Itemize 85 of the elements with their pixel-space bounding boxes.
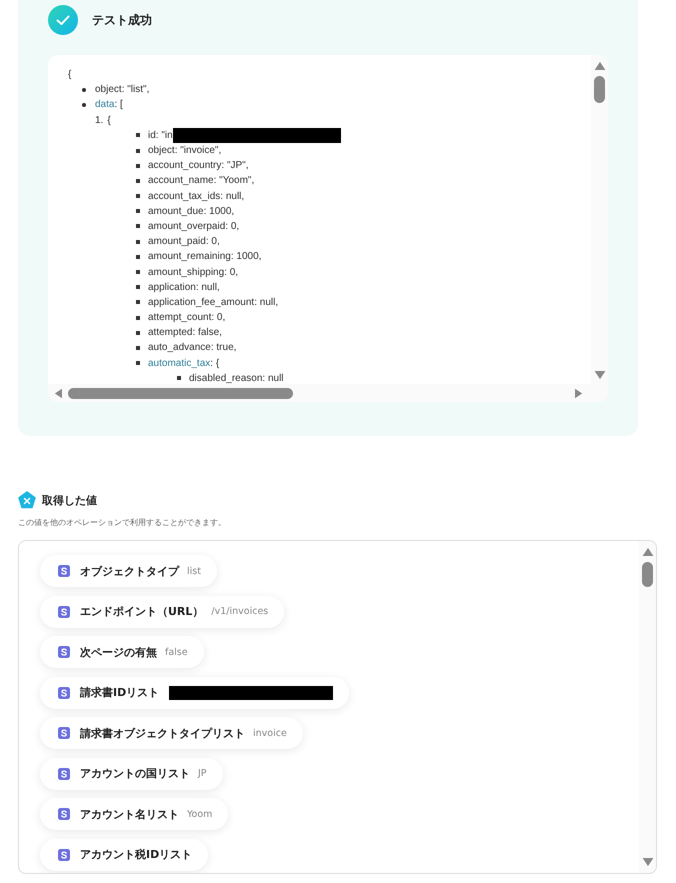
code-line: { (107, 114, 111, 126)
bullet-icon (136, 133, 140, 138)
value-label: 次ページの有無 (80, 644, 157, 660)
code-line: disabled_reason: null (189, 372, 284, 384)
bullet-icon (136, 361, 140, 366)
value-label: 請求書オブジェクトタイプリスト (80, 726, 245, 740)
value-sample: /v1/invoices (211, 606, 268, 617)
variable-icon (18, 491, 36, 509)
code-line: object: "invoice", (148, 145, 222, 156)
scroll-right-icon[interactable] (575, 388, 583, 398)
scroll-left-icon[interactable] (54, 388, 62, 398)
code-line: data: [ (95, 99, 123, 110)
bullet-icon (136, 300, 140, 304)
section-description: この値を他のオペレーションで利用することができます。 (18, 517, 227, 528)
bullet-icon (136, 316, 140, 320)
result-title: テスト成功 (92, 12, 152, 28)
check-icon (48, 5, 78, 35)
string-type-icon (58, 686, 70, 698)
code-line: automatic_tax: { (148, 358, 220, 369)
value-chip[interactable]: エンドポイント（URL） /v1/invoices (40, 596, 284, 628)
value-label: アカウントの国リスト (80, 766, 190, 781)
string-type-icon (58, 848, 70, 860)
bullet-icon (136, 178, 140, 183)
code-line: application_fee_amount: null, (148, 296, 278, 308)
bullet-icon (136, 209, 140, 214)
bullet-icon (136, 240, 140, 244)
bullet-icon (82, 102, 86, 107)
code-line: attempt_count: 0, (148, 312, 226, 324)
scroll-down-icon[interactable] (594, 371, 606, 380)
bullet-icon (136, 330, 140, 335)
bullet-icon (136, 346, 140, 350)
value-sample: false (165, 646, 188, 658)
bullet-icon (136, 224, 140, 228)
value-label: アカウント税IDリスト (80, 847, 192, 862)
string-type-icon (58, 808, 70, 820)
list-number: 1. (95, 114, 104, 126)
string-type-icon (58, 646, 70, 658)
scroll-up-icon[interactable] (594, 61, 606, 70)
bullet-icon (136, 148, 140, 153)
code-line: application: null, (148, 282, 220, 293)
scroll-up-icon[interactable] (642, 547, 654, 556)
value-label: オブジェクトタイプ (80, 564, 179, 578)
value-sample: Yoom (187, 808, 212, 820)
scrollbar-thumb[interactable] (68, 388, 293, 398)
value-sample: list (187, 566, 201, 576)
bullet-icon (136, 164, 140, 168)
bullet-icon (136, 285, 140, 290)
value-chip[interactable]: オブジェクトタイプ list (40, 555, 217, 587)
value-sample: invoice (253, 728, 287, 738)
value-chip[interactable]: 請求書IDリスト (40, 676, 350, 708)
bullet-icon (136, 270, 140, 274)
value-sample: JP (198, 768, 207, 779)
code-line: account_country: "JP", (148, 160, 248, 172)
code-line: amount_overpaid: 0, (148, 220, 240, 232)
code-line: object: "list", (95, 84, 150, 96)
scrollbar-thumb[interactable] (594, 76, 605, 103)
bullet-icon (136, 254, 140, 259)
string-type-icon (58, 727, 70, 739)
section-title: 取得した値 (42, 492, 97, 508)
code-line: amount_remaining: 1000, (148, 251, 262, 262)
value-chip[interactable]: 次ページの有無 false (40, 636, 204, 668)
scroll-down-icon[interactable] (642, 858, 654, 867)
bullet-icon (136, 194, 140, 198)
code-line: account_tax_ids: null, (148, 190, 244, 202)
value-chip[interactable]: アカウント名リスト Yoom (40, 798, 228, 830)
code-line: amount_shipping: 0, (148, 266, 238, 278)
string-type-icon (58, 606, 70, 618)
code-line: { (68, 69, 72, 80)
string-type-icon (58, 565, 70, 577)
code-line: auto_advance: true, (148, 342, 236, 354)
code-line: id: "in (148, 130, 173, 141)
value-label: 請求書IDリスト (80, 685, 160, 700)
bullet-icon (82, 88, 86, 92)
code-line: amount_paid: 0, (148, 236, 220, 248)
bullet-icon (177, 376, 181, 380)
value-chip[interactable]: アカウント税IDリスト (40, 838, 208, 870)
string-type-icon (58, 768, 70, 780)
value-label: エンドポイント（URL） (80, 604, 204, 619)
code-line: account_name: "Yoom", (148, 175, 254, 186)
value-chip[interactable]: アカウントの国リスト JP (40, 758, 223, 790)
scrollbar-thumb[interactable] (642, 562, 653, 587)
value-label: アカウント名リスト (80, 806, 179, 822)
code-line: attempted: false, (148, 327, 222, 338)
value-chip[interactable]: 請求書オブジェクトタイプリスト invoice (40, 717, 303, 749)
code-line: amount_due: 1000, (148, 206, 234, 217)
